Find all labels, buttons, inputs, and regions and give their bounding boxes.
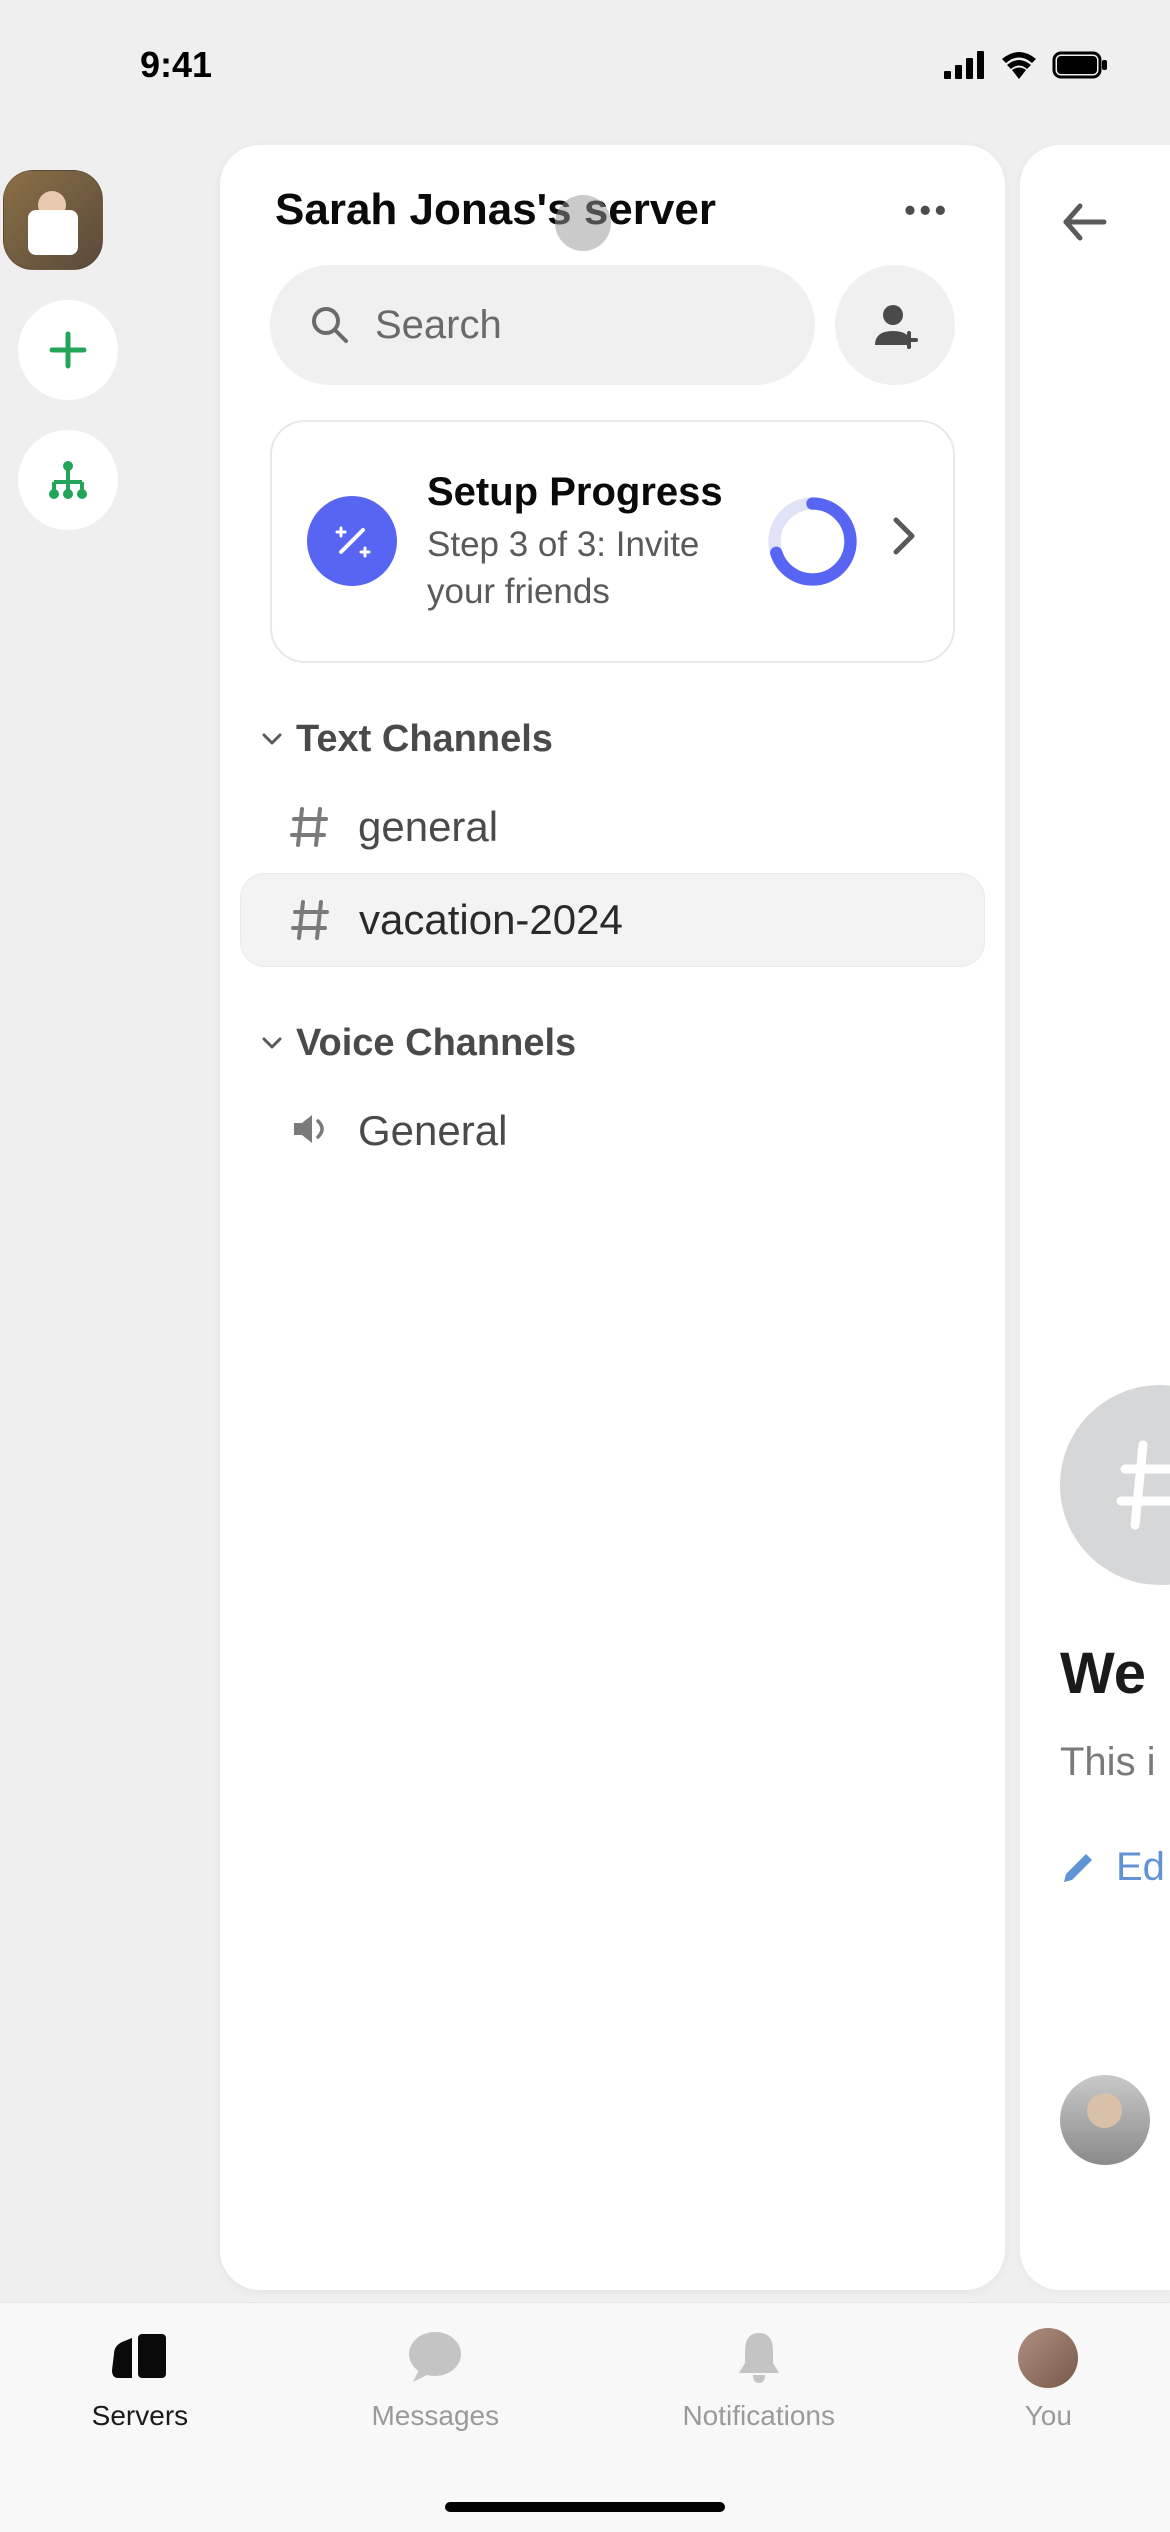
plus-icon [46,328,90,372]
panel-header: Sarah Jonas's server ••• [220,145,1005,265]
setup-text: Setup Progress Step 3 of 3: Invite your … [427,467,735,616]
wifi-icon [1000,51,1038,79]
chevron-down-icon [260,727,284,751]
chevron-right-icon [890,514,918,569]
status-time: 9:41 [140,44,212,86]
nav-servers[interactable]: Servers [92,2328,188,2532]
channel-hash-badge [1060,1385,1170,1585]
welcome-subtitle: This i [1060,1740,1156,1785]
messages-icon [405,2330,465,2386]
server-avatar[interactable] [3,170,103,270]
voice-channels-header[interactable]: Voice Channels [220,967,1005,1085]
setup-progress-card[interactable]: Setup Progress Step 3 of 3: Invite your … [270,420,955,663]
touch-indicator [555,195,611,251]
setup-title: Setup Progress [427,467,735,517]
message-avatar[interactable] [1060,2075,1150,2165]
edit-label: Ed [1116,1845,1165,1890]
voice-channels-title: Voice Channels [296,1022,576,1065]
text-channels-title: Text Channels [296,718,553,761]
battery-icon [1052,51,1110,79]
nav-label: You [1025,2400,1072,2432]
hash-icon [291,898,331,942]
channel-vacation-2024[interactable]: vacation-2024 [240,873,985,967]
arrow-left-icon [1060,200,1110,244]
add-server-button[interactable] [18,300,118,400]
search-icon [310,305,350,345]
search-placeholder: Search [375,303,502,348]
welcome-heading: We [1060,1640,1146,1707]
voice-channel-general[interactable]: General [240,1085,985,1178]
nav-label: Notifications [682,2400,835,2432]
wand-icon-circle [307,496,397,586]
status-icons [944,51,1110,79]
server-rail [0,170,135,530]
discover-button[interactable] [18,430,118,530]
server-title[interactable]: Sarah Jonas's server [275,185,716,235]
back-button[interactable] [1060,200,1110,249]
channel-name: vacation-2024 [359,896,623,944]
more-button[interactable]: ••• [904,192,950,229]
status-bar: 9:41 [0,0,1170,130]
edit-channel-button[interactable]: Ed [1060,1845,1165,1890]
hub-icon [46,458,90,502]
nav-label: Messages [371,2400,499,2432]
speaker-icon [290,1107,334,1151]
search-row: Search [220,265,1005,420]
text-channels-header[interactable]: Text Channels [220,663,1005,781]
invite-button[interactable] [835,265,955,385]
channel-content-peek[interactable]: We This i Ed [1020,145,1170,2290]
channel-general[interactable]: general [240,781,985,873]
home-indicator [445,2502,725,2512]
progress-ring-icon [765,494,860,589]
nav-label: Servers [92,2400,188,2432]
pencil-icon [1060,1850,1096,1886]
person-add-icon [867,297,923,353]
channel-name: General [358,1107,507,1155]
hash-icon [290,805,330,849]
wand-icon [329,518,375,564]
bottom-nav: Servers Messages Notifications You [0,2302,1170,2532]
profile-avatar [1018,2328,1078,2388]
cellular-icon [944,51,986,79]
setup-subtitle: Step 3 of 3: Invite your friends [427,521,735,616]
channel-panel: Sarah Jonas's server ••• Search [220,145,1005,2290]
nav-you[interactable]: You [1018,2328,1078,2532]
hash-icon [1115,1435,1170,1535]
servers-icon [108,2330,172,2386]
search-input[interactable]: Search [270,265,815,385]
chevron-down-icon [260,1031,284,1055]
bell-icon [733,2329,785,2387]
channel-name: general [358,803,498,851]
